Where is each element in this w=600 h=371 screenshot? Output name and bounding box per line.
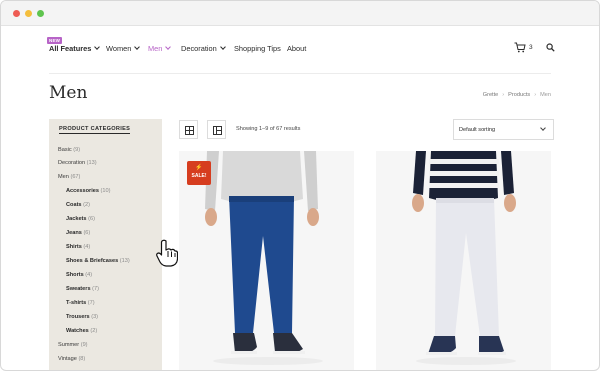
browser-window: NEW All Features Women Men Decoration Sh… xyxy=(0,0,600,371)
nav-item-men[interactable]: Men xyxy=(148,44,172,53)
nav-item-label: All Features xyxy=(49,44,92,53)
category-item-decoration[interactable]: Decoration (13) xyxy=(58,160,97,166)
grid-view-button[interactable] xyxy=(179,120,198,139)
category-count: (7) xyxy=(87,300,95,306)
cart-count: 3 xyxy=(529,44,533,51)
category-label: Decoration xyxy=(58,160,86,166)
close-window-button[interactable] xyxy=(13,10,20,17)
category-count: (13) xyxy=(119,258,130,264)
search-icon[interactable] xyxy=(546,43,555,52)
category-item-jeans[interactable]: Jeans (6) xyxy=(66,230,90,236)
category-label: Sweaters xyxy=(66,286,91,292)
grid-view-icon xyxy=(185,126,194,135)
nav-item-label: Decoration xyxy=(181,44,217,53)
chevron-down-icon xyxy=(219,44,226,50)
category-item-men[interactable]: Men (67) xyxy=(58,174,80,180)
hand-pointer-icon xyxy=(156,239,178,267)
chevron-down-icon xyxy=(94,44,101,50)
category-label: Summer xyxy=(58,342,80,348)
maximize-window-button[interactable] xyxy=(37,10,44,17)
category-item-sweaters[interactable]: Sweaters (7) xyxy=(66,286,99,292)
nav-item-label: Men xyxy=(148,44,163,53)
category-count: (6) xyxy=(88,216,95,222)
category-label: Jeans xyxy=(66,230,82,236)
category-label: Basic xyxy=(58,147,72,153)
category-item-coats[interactable]: Coats (2) xyxy=(66,202,90,208)
breadcrumb-separator-icon: › xyxy=(502,92,505,98)
nav-item-label: About xyxy=(287,44,307,53)
main-nav: All Features Women Men Decoration Shoppi… xyxy=(49,41,551,57)
breadcrumb-link[interactable]: Products xyxy=(508,92,530,98)
category-count: (6) xyxy=(83,230,91,236)
page-title: Men xyxy=(49,83,88,103)
category-count: (8) xyxy=(78,356,86,362)
category-count: (4) xyxy=(83,244,91,250)
cart-icon[interactable] xyxy=(514,42,526,53)
chevron-down-icon xyxy=(134,44,141,50)
nav-item-label: Shopping Tips xyxy=(234,44,281,53)
nav-item-decoration[interactable]: Decoration xyxy=(181,44,226,53)
category-label: Coats xyxy=(66,202,82,208)
product-card[interactable] xyxy=(376,151,551,370)
category-item-t-shirts[interactable]: T-shirts (7) xyxy=(66,300,95,306)
sort-selected-value: Default sorting xyxy=(459,127,496,133)
category-sidebar: PRODUCT CATEGORIES Basic (9) Decoration … xyxy=(49,119,162,370)
chevron-down-icon xyxy=(165,44,172,50)
sort-select[interactable]: Default sorting xyxy=(453,119,554,140)
category-item-shoes-briefcases[interactable]: Shoes & Briefcases (13) xyxy=(66,258,130,264)
category-item-vintage[interactable]: Vintage (8) xyxy=(58,356,85,362)
header-divider xyxy=(49,73,551,74)
category-item-trousers[interactable]: Trousers (3) xyxy=(66,314,98,320)
category-count: (2) xyxy=(83,202,90,208)
category-count: (67) xyxy=(70,174,81,180)
breadcrumb-current: Men xyxy=(540,92,551,98)
sale-badge: ⚡ SALE! xyxy=(187,161,211,185)
category-label: Watches xyxy=(66,328,89,334)
category-label: Shorts xyxy=(66,272,84,278)
category-count: (4) xyxy=(85,272,93,278)
category-label: Jackets xyxy=(66,216,87,222)
sidebar-heading: PRODUCT CATEGORIES xyxy=(59,126,131,134)
category-count: (9) xyxy=(80,342,88,348)
product-image xyxy=(412,151,516,365)
breadcrumb: Grette › Products › Men xyxy=(483,92,551,98)
nav-item-all-features[interactable]: All Features xyxy=(49,44,101,53)
category-label: Shirts xyxy=(66,244,82,250)
category-count: (9) xyxy=(73,147,81,153)
chevron-down-icon xyxy=(540,125,546,131)
category-count: (10) xyxy=(100,188,111,194)
category-count: (2) xyxy=(90,328,98,334)
breadcrumb-link[interactable]: Grette xyxy=(483,92,499,98)
category-label: Men xyxy=(58,174,69,180)
category-count: (13) xyxy=(86,160,97,166)
category-item-summer[interactable]: Summer (9) xyxy=(58,342,88,348)
window-titlebar xyxy=(1,1,599,26)
category-item-basic[interactable]: Basic (9) xyxy=(58,147,80,153)
category-count: (7) xyxy=(92,286,99,292)
category-label: T-shirts xyxy=(66,300,87,306)
results-count: Showing 1–9 of 67 results xyxy=(236,126,301,132)
category-count: (3) xyxy=(91,314,99,320)
category-item-watches[interactable]: Watches (2) xyxy=(66,328,97,334)
breadcrumb-separator-icon: › xyxy=(534,92,537,98)
nav-item-women[interactable]: Women xyxy=(106,44,141,53)
minimize-window-button[interactable] xyxy=(25,10,32,17)
list-view-icon xyxy=(213,126,222,135)
category-item-shirts[interactable]: Shirts (4) xyxy=(66,244,90,250)
category-label: Trousers xyxy=(66,314,90,320)
category-item-shorts[interactable]: Shorts (4) xyxy=(66,272,92,278)
nav-item-shopping-tips[interactable]: Shopping Tips xyxy=(234,44,281,53)
nav-item-label: Women xyxy=(106,44,132,53)
category-label: Accessories xyxy=(66,188,99,194)
sale-badge-label: SALE! xyxy=(191,173,207,179)
lightning-icon: ⚡ xyxy=(195,165,203,171)
category-label: Shoes & Briefcases xyxy=(66,258,119,264)
category-label: Vintage xyxy=(58,356,77,362)
category-item-jackets[interactable]: Jackets (6) xyxy=(66,216,95,222)
list-view-button[interactable] xyxy=(207,120,226,139)
nav-item-about[interactable]: About xyxy=(287,44,306,53)
category-item-accessories[interactable]: Accessories (10) xyxy=(66,188,110,194)
